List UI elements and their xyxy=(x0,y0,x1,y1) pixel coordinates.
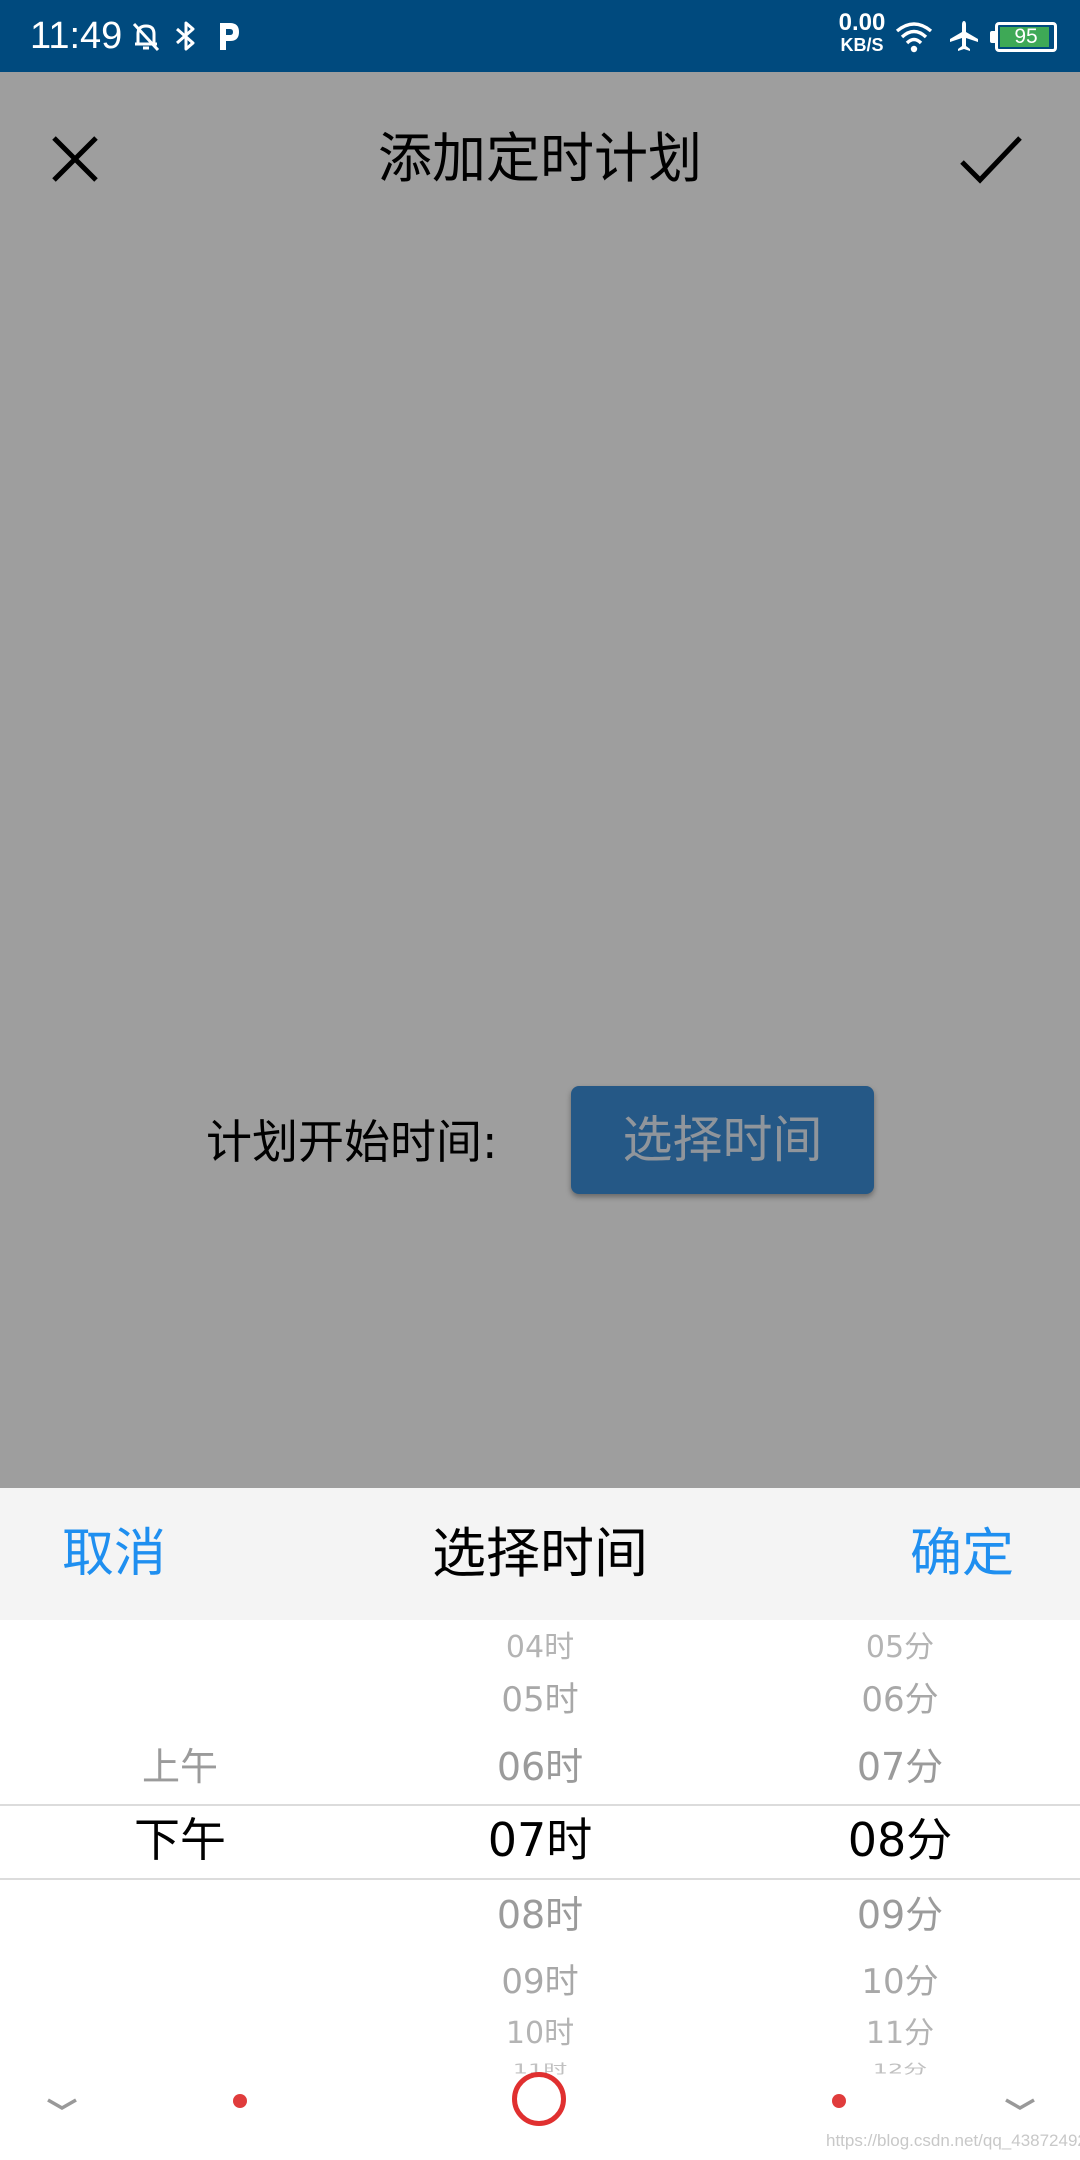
back-chevron-icon[interactable] xyxy=(40,2084,84,2124)
picker-wheels: 上午下午 03时04时05时06时07时08时09时10时11时 04分05分0… xyxy=(0,1620,1080,2140)
network-speed-unit: KB/S xyxy=(840,35,884,55)
minute-option[interactable]: 04分 xyxy=(720,1620,1080,1621)
ampm-wheel[interactable]: 上午 下午 xyxy=(0,1620,360,2140)
network-speed-value: 0.00 xyxy=(838,9,886,36)
nav-dot-right xyxy=(832,2094,846,2108)
hour-option[interactable]: 04时 xyxy=(360,1630,720,1666)
bluetooth-icon xyxy=(176,21,195,51)
hour-wheel[interactable]: 03时04时05时06时07时08时09时10时11时 xyxy=(360,1620,720,2140)
status-time: 11:49 xyxy=(30,15,123,57)
dim-overlay[interactable] xyxy=(0,72,1080,1488)
hour-option[interactable]: 05时 xyxy=(360,1680,720,1721)
minute-option[interactable]: 05分 xyxy=(720,1630,1080,1666)
hour-option[interactable]: 03时 xyxy=(360,1620,720,1621)
hour-option[interactable]: 09时 xyxy=(360,1962,720,2003)
minute-wheel[interactable]: 04分05分06分07分08分09分10分11分12分 xyxy=(720,1620,1080,2140)
airplane-icon xyxy=(950,21,978,51)
minute-option[interactable]: 09分 xyxy=(720,1892,1080,1938)
confirm-button[interactable]: 确定 xyxy=(910,1518,1014,1590)
ampm-option[interactable]: 上午 xyxy=(0,1744,360,1790)
hour-option[interactable]: 10时 xyxy=(360,2016,720,2052)
bell-off-icon xyxy=(132,22,160,52)
minute-option[interactable]: 10分 xyxy=(720,1962,1080,2003)
status-bar: 11:49 0.00 KB/S 95 xyxy=(0,0,1080,72)
battery-level: 95 xyxy=(1014,25,1038,48)
cancel-button[interactable]: 取消 xyxy=(62,1518,166,1590)
time-picker-sheet: 取消 选择时间 确定 上午下午 03时 04时 05时 06时 07时 08时 09时 10时… xyxy=(0,1488,1080,2160)
hour-option[interactable]: 06时 xyxy=(360,1744,720,1790)
watermark: https://blog.csdn.net/qq_43872492 xyxy=(826,2131,1080,2150)
menu-chevron-icon[interactable] xyxy=(998,2084,1042,2124)
wifi-icon xyxy=(895,22,933,53)
network-speed: 0.00 KB/S xyxy=(832,9,892,56)
battery-icon: 95 xyxy=(995,22,1057,52)
hour-selected[interactable]: 07时 xyxy=(360,1813,720,1868)
minute-selected[interactable]: 08分 xyxy=(720,1813,1080,1868)
minute-option[interactable]: 07分 xyxy=(720,1744,1080,1790)
picker-header: 取消 选择时间 确定 xyxy=(0,1488,1080,1620)
home-circle-icon[interactable] xyxy=(512,2072,566,2126)
parking-icon xyxy=(220,23,239,50)
minute-option[interactable]: 06分 xyxy=(720,1680,1080,1721)
ampm-selected[interactable]: 下午 xyxy=(0,1813,360,1868)
hour-option[interactable]: 08时 xyxy=(360,1892,720,1938)
minute-option[interactable]: 11分 xyxy=(720,2016,1080,2052)
nav-dot-left xyxy=(233,2094,247,2108)
